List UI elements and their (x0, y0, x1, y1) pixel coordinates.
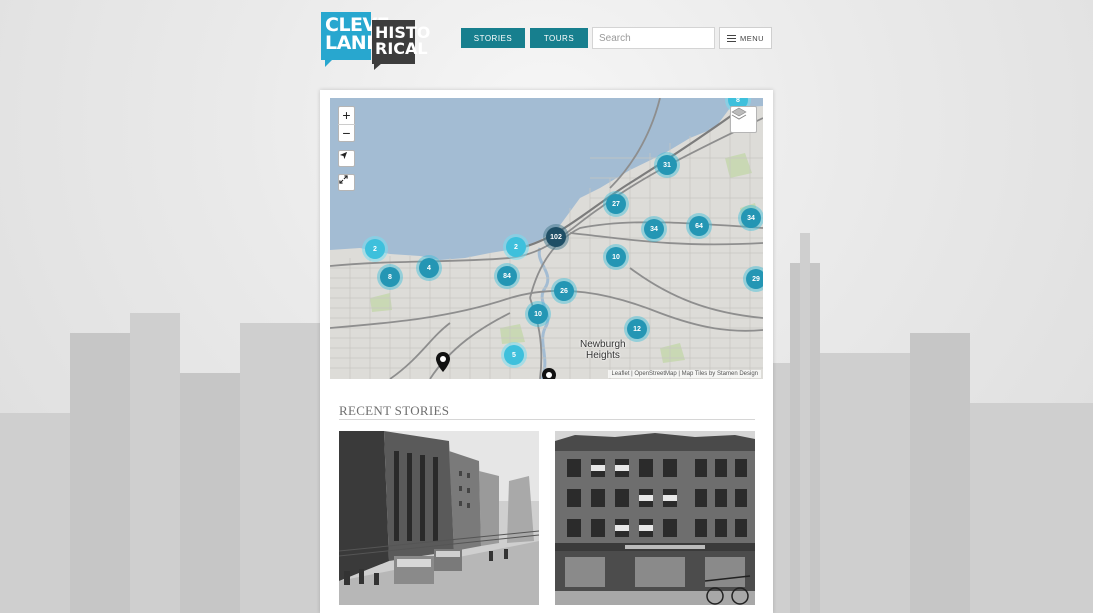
recent-stories-heading: RECENT STORIES (339, 403, 450, 418)
location-arrow-icon (339, 151, 348, 160)
skyline-building (130, 313, 180, 613)
fullscreen-button[interactable] (338, 174, 355, 191)
stories-button[interactable]: STORIES (461, 28, 525, 48)
map-cluster[interactable]: 34 (741, 208, 761, 228)
story-photo-building (555, 431, 755, 605)
map-cluster[interactable]: 26 (554, 281, 574, 301)
story-thumbnail[interactable] (555, 431, 755, 605)
map-cluster[interactable]: 102 (546, 227, 566, 247)
logo-cleveland: CLEVE LAND (321, 12, 390, 60)
main-card: Newburgh Heights 8 31 27 34 64 34 2 2 10… (320, 90, 773, 613)
story-photo-street (339, 431, 539, 605)
map-label-heights: Heights (586, 350, 620, 361)
skyline-building (180, 373, 240, 613)
skyline-building (240, 323, 320, 613)
map-cluster[interactable]: 64 (689, 216, 709, 236)
map-marker-icon[interactable] (436, 352, 450, 372)
zoom-in-button[interactable]: + (338, 107, 355, 125)
menu-label: MENU (739, 33, 765, 43)
map-cluster[interactable]: 31 (657, 155, 677, 175)
hamburger-icon (726, 34, 736, 42)
map-cluster[interactable]: 12 (627, 319, 647, 339)
map-cluster[interactable]: 29 (746, 269, 763, 289)
map-attribution: Leaflet | OpenStreetMap | Map Tiles by S… (608, 370, 761, 378)
map-cluster[interactable]: 8 (380, 267, 400, 287)
map-cluster[interactable]: 10 (606, 247, 626, 267)
logo-text-right: HISTO RICAL (375, 23, 431, 58)
expand-icon (339, 175, 348, 184)
logo-speech-tail (374, 63, 382, 70)
search-input[interactable] (592, 27, 715, 49)
map-cluster[interactable]: 84 (497, 266, 517, 286)
layers-icon (731, 107, 747, 120)
skyline-building (0, 413, 70, 613)
map-cluster[interactable]: 34 (644, 219, 664, 239)
zoom-out-button[interactable]: − (338, 125, 355, 142)
layers-button[interactable] (730, 106, 757, 133)
skyline-building (910, 333, 970, 613)
skyline-building (970, 403, 1093, 613)
map-label-newburgh: Newburgh (580, 339, 626, 350)
skyline-building (70, 333, 130, 613)
map-cluster[interactable]: 10 (528, 304, 548, 324)
story-thumbnail[interactable] (339, 431, 539, 605)
map-cluster[interactable]: 2 (365, 239, 385, 259)
menu-button[interactable]: MENU (719, 27, 772, 49)
site-logo[interactable]: CLEVE LAND HISTO RICAL (321, 12, 430, 70)
story-map[interactable]: Newburgh Heights 8 31 27 34 64 34 2 2 10… (330, 98, 763, 379)
locate-button[interactable] (338, 150, 355, 167)
map-cluster[interactable]: 5 (504, 345, 524, 365)
zoom-control: + − (338, 106, 355, 142)
skyline-building (820, 353, 910, 613)
skyline-tower-spire (800, 233, 810, 613)
section-divider (339, 419, 755, 420)
map-marker-icon[interactable] (542, 368, 556, 379)
logo-speech-tail (325, 59, 333, 67)
tours-button[interactable]: TOURS (530, 28, 588, 48)
map-cluster[interactable]: 27 (606, 194, 626, 214)
map-cluster[interactable]: 4 (419, 258, 439, 278)
map-cluster[interactable]: 2 (506, 237, 526, 257)
logo-historical: HISTO RICAL (372, 20, 430, 64)
